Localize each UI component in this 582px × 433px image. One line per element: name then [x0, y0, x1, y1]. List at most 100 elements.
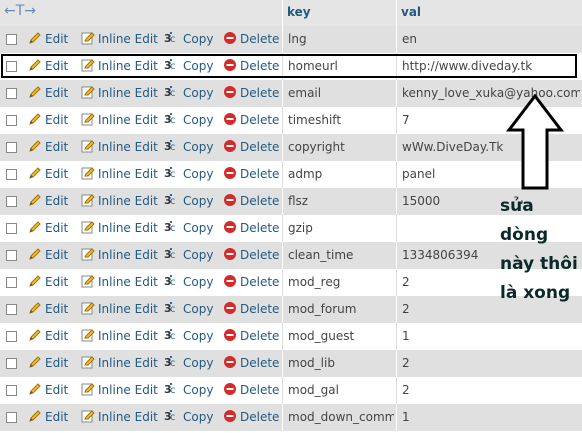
copy-link[interactable]: 3 c Copy	[164, 85, 213, 100]
delete-link[interactable]: Delete	[223, 382, 279, 397]
copy-link[interactable]: 3 c Copy	[164, 247, 213, 262]
column-nav-arrows[interactable]: ←T→	[4, 3, 36, 19]
delete-link[interactable]: Delete	[223, 166, 279, 181]
inline-edit-link[interactable]: Inline Edit	[81, 382, 158, 397]
edit-link[interactable]: Edit	[28, 58, 68, 73]
row-checkbox[interactable]	[6, 223, 17, 234]
edit-link[interactable]: Edit	[28, 328, 68, 343]
edit-link[interactable]: Edit	[28, 247, 68, 262]
inline-edit-link[interactable]: Inline Edit	[81, 274, 158, 289]
delete-link[interactable]: Delete	[223, 220, 279, 235]
cell-key[interactable]: timeshift	[288, 113, 394, 127]
delete-link[interactable]: Delete	[223, 301, 279, 316]
cell-val[interactable]: 1	[402, 329, 580, 343]
copy-link[interactable]: 3 c Copy	[164, 166, 213, 181]
row-checkbox[interactable]	[6, 331, 17, 342]
cell-val[interactable]: http://www.diveday.tk	[402, 59, 580, 73]
inline-edit-link[interactable]: Inline Edit	[81, 139, 158, 154]
inline-edit-link[interactable]: Inline Edit	[81, 112, 158, 127]
cell-key[interactable]: mod_forum	[288, 302, 394, 316]
edit-link[interactable]: Edit	[28, 31, 68, 46]
copy-link[interactable]: 3 c Copy	[164, 193, 213, 208]
inline-edit-link[interactable]: Inline Edit	[81, 58, 158, 73]
delete-link[interactable]: Delete	[223, 409, 279, 424]
delete-link[interactable]: Delete	[223, 274, 279, 289]
row-checkbox[interactable]	[6, 250, 17, 261]
cell-key[interactable]: copyright	[288, 140, 394, 154]
column-header-key[interactable]: key	[287, 5, 311, 19]
delete-link[interactable]: Delete	[223, 112, 279, 127]
row-checkbox[interactable]	[6, 304, 17, 315]
row-checkbox[interactable]	[6, 385, 17, 396]
row-checkbox[interactable]	[6, 115, 17, 126]
row-checkbox[interactable]	[6, 358, 17, 369]
edit-link[interactable]: Edit	[28, 301, 68, 316]
copy-link[interactable]: 3 c Copy	[164, 58, 213, 73]
copy-link[interactable]: 3 c Copy	[164, 31, 213, 46]
row-checkbox[interactable]	[6, 277, 17, 288]
inline-edit-link[interactable]: Inline Edit	[81, 409, 158, 424]
edit-link[interactable]: Edit	[28, 409, 68, 424]
cell-key[interactable]: mod_gal	[288, 383, 394, 397]
delete-link[interactable]: Delete	[223, 193, 279, 208]
edit-link[interactable]: Edit	[28, 220, 68, 235]
cell-key[interactable]: gzip	[288, 221, 394, 235]
edit-link[interactable]: Edit	[28, 85, 68, 100]
column-header-val[interactable]: val	[401, 5, 421, 19]
copy-link[interactable]: 3 c Copy	[164, 409, 213, 424]
edit-link[interactable]: Edit	[28, 166, 68, 181]
inline-edit-link[interactable]: Inline Edit	[81, 85, 158, 100]
row-checkbox[interactable]	[6, 61, 17, 72]
inline-edit-link[interactable]: Inline Edit	[81, 220, 158, 235]
delete-link[interactable]: Delete	[223, 247, 279, 262]
cell-val[interactable]: en	[402, 32, 580, 46]
inline-edit-link[interactable]: Inline Edit	[81, 328, 158, 343]
inline-edit-link[interactable]: Inline Edit	[81, 31, 158, 46]
cell-key[interactable]: mod_reg	[288, 275, 394, 289]
copy-link[interactable]: 3 c Copy	[164, 274, 213, 289]
copy-link[interactable]: 3 c Copy	[164, 139, 213, 154]
cell-val[interactable]: 1	[402, 410, 580, 424]
edit-label: Edit	[45, 59, 69, 73]
edit-link[interactable]: Edit	[28, 355, 68, 370]
cell-key[interactable]: mod_lib	[288, 356, 394, 370]
cell-key[interactable]: mod_down_comm	[288, 410, 394, 424]
inline-edit-link[interactable]: Inline Edit	[81, 193, 158, 208]
delete-link[interactable]: Delete	[223, 139, 279, 154]
edit-link[interactable]: Edit	[28, 274, 68, 289]
delete-link[interactable]: Delete	[223, 355, 279, 370]
copy-link[interactable]: 3 c Copy	[164, 301, 213, 316]
edit-link[interactable]: Edit	[28, 112, 68, 127]
copy-link[interactable]: 3 c Copy	[164, 328, 213, 343]
row-checkbox[interactable]	[6, 34, 17, 45]
edit-link[interactable]: Edit	[28, 382, 68, 397]
cell-key[interactable]: admp	[288, 167, 394, 181]
row-checkbox[interactable]	[6, 169, 17, 180]
copy-link[interactable]: 3 c Copy	[164, 112, 213, 127]
cell-key[interactable]: homeurl	[288, 59, 394, 73]
cell-key[interactable]: flsz	[288, 194, 394, 208]
cell-key[interactable]: lng	[288, 32, 394, 46]
inline-edit-link[interactable]: Inline Edit	[81, 301, 158, 316]
row-checkbox[interactable]	[6, 412, 17, 423]
cell-key[interactable]: mod_guest	[288, 329, 394, 343]
cell-val[interactable]: 2	[402, 383, 580, 397]
edit-link[interactable]: Edit	[28, 193, 68, 208]
copy-link[interactable]: 3 c Copy	[164, 355, 213, 370]
delete-link[interactable]: Delete	[223, 328, 279, 343]
row-checkbox[interactable]	[6, 88, 17, 99]
copy-link[interactable]: 3 c Copy	[164, 382, 213, 397]
edit-link[interactable]: Edit	[28, 139, 68, 154]
inline-edit-link[interactable]: Inline Edit	[81, 247, 158, 262]
copy-link[interactable]: 3 c Copy	[164, 220, 213, 235]
delete-link[interactable]: Delete	[223, 85, 279, 100]
cell-val[interactable]: 2	[402, 356, 580, 370]
inline-edit-link[interactable]: Inline Edit	[81, 166, 158, 181]
delete-link[interactable]: Delete	[223, 58, 279, 73]
delete-link[interactable]: Delete	[223, 31, 279, 46]
cell-key[interactable]: email	[288, 86, 394, 100]
cell-key[interactable]: clean_time	[288, 248, 394, 262]
row-checkbox[interactable]	[6, 142, 17, 153]
inline-edit-link[interactable]: Inline Edit	[81, 355, 158, 370]
row-checkbox[interactable]	[6, 196, 17, 207]
